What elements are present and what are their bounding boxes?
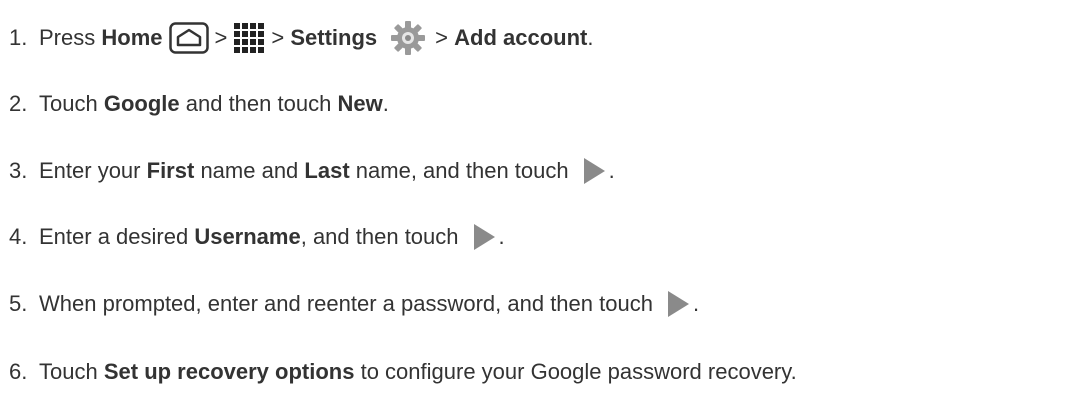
term-last: Last [304,158,350,183]
step-3: 3. Enter your First name and Last name, … [9,151,615,191]
step-number: 3. [9,158,28,183]
step-number: 2. [9,91,28,116]
next-arrow-icon [665,289,691,319]
step-text: Enter your [39,158,141,183]
step-number: 6. [9,359,28,384]
step-text: to configure your Google password recove… [360,359,797,384]
step-text: , and then touch [300,224,459,249]
step-1: 1. Press Home > > Settings > Add account… [9,18,593,58]
period: . [692,291,700,316]
separator: > [435,25,448,50]
term-home: Home [101,25,163,50]
step-text: Press [39,25,96,50]
term-google: Google [103,91,180,116]
step-2: 2. Touch Google and then touch New. [9,84,389,124]
step-text: and then touch [185,91,332,116]
term-settings: Settings [290,25,378,50]
step-number: 5. [9,291,28,316]
period: . [382,91,389,116]
term-new: New [337,91,383,116]
step-text: Touch [39,359,98,384]
step-text: name and [200,158,299,183]
period: . [587,25,594,50]
gear-icon [389,19,427,57]
term-recovery-options: Set up recovery options [103,359,355,384]
period: . [608,158,615,183]
next-arrow-icon [471,222,497,252]
next-arrow-icon [581,156,607,186]
step-text: Touch [39,91,98,116]
term-first: First [146,158,195,183]
term-username: Username [194,224,301,249]
apps-icon [233,22,265,54]
separator: > [271,25,285,50]
step-number: 4. [9,224,28,249]
step-text: Enter a desired [39,224,189,249]
step-text: name, and then touch [355,158,569,183]
step-5: 5. When prompted, enter and reenter a pa… [9,284,699,324]
step-6: 6. Touch Set up recovery options to conf… [9,352,797,392]
term-add-account: Add account [454,25,588,50]
period: . [498,224,505,249]
step-text: When prompted, enter and reenter a passw… [39,291,653,316]
home-icon [168,22,209,54]
separator: > [214,25,228,50]
step-4: 4. Enter a desired Username, and then to… [9,217,505,257]
step-number: 1. [9,25,28,50]
